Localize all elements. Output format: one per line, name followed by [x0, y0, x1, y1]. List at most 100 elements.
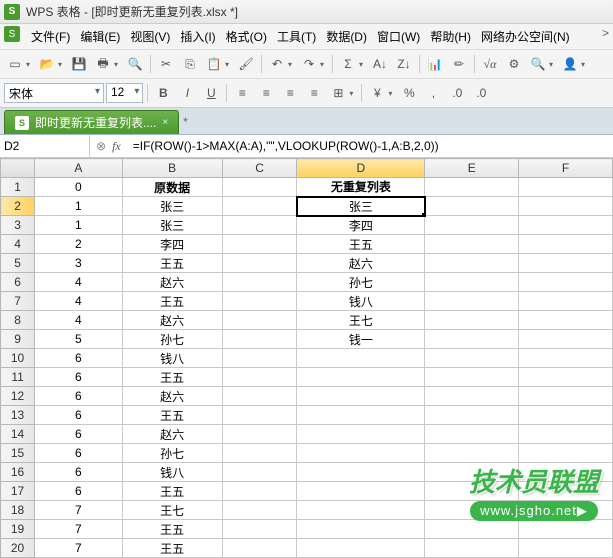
cell-F17[interactable]: [519, 482, 613, 501]
row-header-10[interactable]: 10: [1, 349, 35, 368]
fx-icon[interactable]: fx: [112, 139, 121, 154]
sum-icon[interactable]: Σ: [337, 53, 359, 75]
row-header-1[interactable]: 1: [1, 178, 35, 197]
cell-A6[interactable]: 4: [35, 273, 122, 292]
cell-D11[interactable]: [297, 368, 425, 387]
cell-F16[interactable]: [519, 463, 613, 482]
cell-E6[interactable]: [425, 273, 519, 292]
print-dropdown-icon[interactable]: ▾: [114, 60, 122, 69]
align-justify-icon[interactable]: ≡: [303, 82, 325, 104]
cell-B9[interactable]: 孙七: [122, 330, 222, 349]
row-header-19[interactable]: 19: [1, 520, 35, 539]
cell-D12[interactable]: [297, 387, 425, 406]
cell-C3[interactable]: [222, 216, 297, 235]
cell-E14[interactable]: [425, 425, 519, 444]
cell-D6[interactable]: 孙七: [297, 273, 425, 292]
cell-A20[interactable]: 7: [35, 539, 122, 558]
column-header-B[interactable]: B: [122, 159, 222, 178]
row-header-12[interactable]: 12: [1, 387, 35, 406]
row-header-18[interactable]: 18: [1, 501, 35, 520]
column-header-E[interactable]: E: [425, 159, 519, 178]
cell-D16[interactable]: [297, 463, 425, 482]
zoom-icon[interactable]: 🔍: [527, 53, 549, 75]
cell-D20[interactable]: [297, 539, 425, 558]
redo-dropdown-icon[interactable]: ▾: [320, 60, 328, 69]
cell-A17[interactable]: 6: [35, 482, 122, 501]
cell-A8[interactable]: 4: [35, 311, 122, 330]
cell-F2[interactable]: [519, 197, 613, 216]
cell-C4[interactable]: [222, 235, 297, 254]
cell-C17[interactable]: [222, 482, 297, 501]
cell-E3[interactable]: [425, 216, 519, 235]
cell-C7[interactable]: [222, 292, 297, 311]
cell-C9[interactable]: [222, 330, 297, 349]
cell-C19[interactable]: [222, 520, 297, 539]
row-header-13[interactable]: 13: [1, 406, 35, 425]
tab-add-icon[interactable]: *: [183, 115, 188, 129]
cell-E20[interactable]: [425, 539, 519, 558]
align-left-icon[interactable]: ≡: [231, 82, 253, 104]
cell-A14[interactable]: 6: [35, 425, 122, 444]
cell-E8[interactable]: [425, 311, 519, 330]
currency-dropdown-icon[interactable]: ▾: [388, 89, 396, 98]
cell-F1[interactable]: [519, 178, 613, 197]
cell-B6[interactable]: 赵六: [122, 273, 222, 292]
row-header-8[interactable]: 8: [1, 311, 35, 330]
menu-app-icon[interactable]: S: [4, 26, 20, 42]
row-header-9[interactable]: 9: [1, 330, 35, 349]
cell-D14[interactable]: [297, 425, 425, 444]
cell-E15[interactable]: [425, 444, 519, 463]
sum-dropdown-icon[interactable]: ▾: [359, 60, 367, 69]
print-preview-icon[interactable]: 🔍: [124, 53, 146, 75]
row-header-17[interactable]: 17: [1, 482, 35, 501]
cell-A15[interactable]: 6: [35, 444, 122, 463]
row-header-7[interactable]: 7: [1, 292, 35, 311]
cell-A19[interactable]: 7: [35, 520, 122, 539]
cell-C14[interactable]: [222, 425, 297, 444]
menu-item[interactable]: 视图(V): [125, 26, 175, 47]
menu-overflow-icon[interactable]: >: [602, 26, 609, 47]
cell-E2[interactable]: [425, 197, 519, 216]
cell-D17[interactable]: [297, 482, 425, 501]
cell-A4[interactable]: 2: [35, 235, 122, 254]
decrease-decimal-icon[interactable]: .0: [470, 82, 492, 104]
cell-F13[interactable]: [519, 406, 613, 425]
cell-F5[interactable]: [519, 254, 613, 273]
cell-F20[interactable]: [519, 539, 613, 558]
cell-D2[interactable]: 张三: [297, 197, 425, 216]
cell-A2[interactable]: 1: [35, 197, 122, 216]
row-header-16[interactable]: 16: [1, 463, 35, 482]
cell-B16[interactable]: 钱八: [122, 463, 222, 482]
cell-B17[interactable]: 王五: [122, 482, 222, 501]
cell-E16[interactable]: [425, 463, 519, 482]
cell-A12[interactable]: 6: [35, 387, 122, 406]
row-header-3[interactable]: 3: [1, 216, 35, 235]
cell-F9[interactable]: [519, 330, 613, 349]
workbook-tab[interactable]: S 即时更新无重复列表.... ×: [4, 110, 179, 134]
cell-C2[interactable]: [222, 197, 297, 216]
increase-decimal-icon[interactable]: .0: [446, 82, 468, 104]
cell-B14[interactable]: 赵六: [122, 425, 222, 444]
cell-E12[interactable]: [425, 387, 519, 406]
row-header-2[interactable]: 2: [1, 197, 35, 216]
cell-F14[interactable]: [519, 425, 613, 444]
new-dropdown-icon[interactable]: ▾: [26, 60, 34, 69]
menu-item[interactable]: 编辑(E): [75, 26, 125, 47]
cell-D4[interactable]: 王五: [297, 235, 425, 254]
cell-F6[interactable]: [519, 273, 613, 292]
cell-F8[interactable]: [519, 311, 613, 330]
cell-B8[interactable]: 赵六: [122, 311, 222, 330]
cell-B2[interactable]: 张三: [122, 197, 222, 216]
cell-E19[interactable]: [425, 520, 519, 539]
cell-A18[interactable]: 7: [35, 501, 122, 520]
paste-icon[interactable]: 📋: [203, 53, 225, 75]
cell-A10[interactable]: 6: [35, 349, 122, 368]
menu-item[interactable]: 文件(F): [26, 26, 75, 47]
underline-icon[interactable]: U: [200, 82, 222, 104]
formula-input[interactable]: =IF(ROW()-1>MAX(A:A),"",VLOOKUP(ROW()-1,…: [127, 137, 613, 156]
column-header-D[interactable]: D: [297, 159, 425, 178]
formula-icon[interactable]: √α: [479, 53, 501, 75]
align-right-icon[interactable]: ≡: [279, 82, 301, 104]
format-painter-icon[interactable]: 🖌: [235, 53, 257, 75]
cell-B12[interactable]: 赵六: [122, 387, 222, 406]
